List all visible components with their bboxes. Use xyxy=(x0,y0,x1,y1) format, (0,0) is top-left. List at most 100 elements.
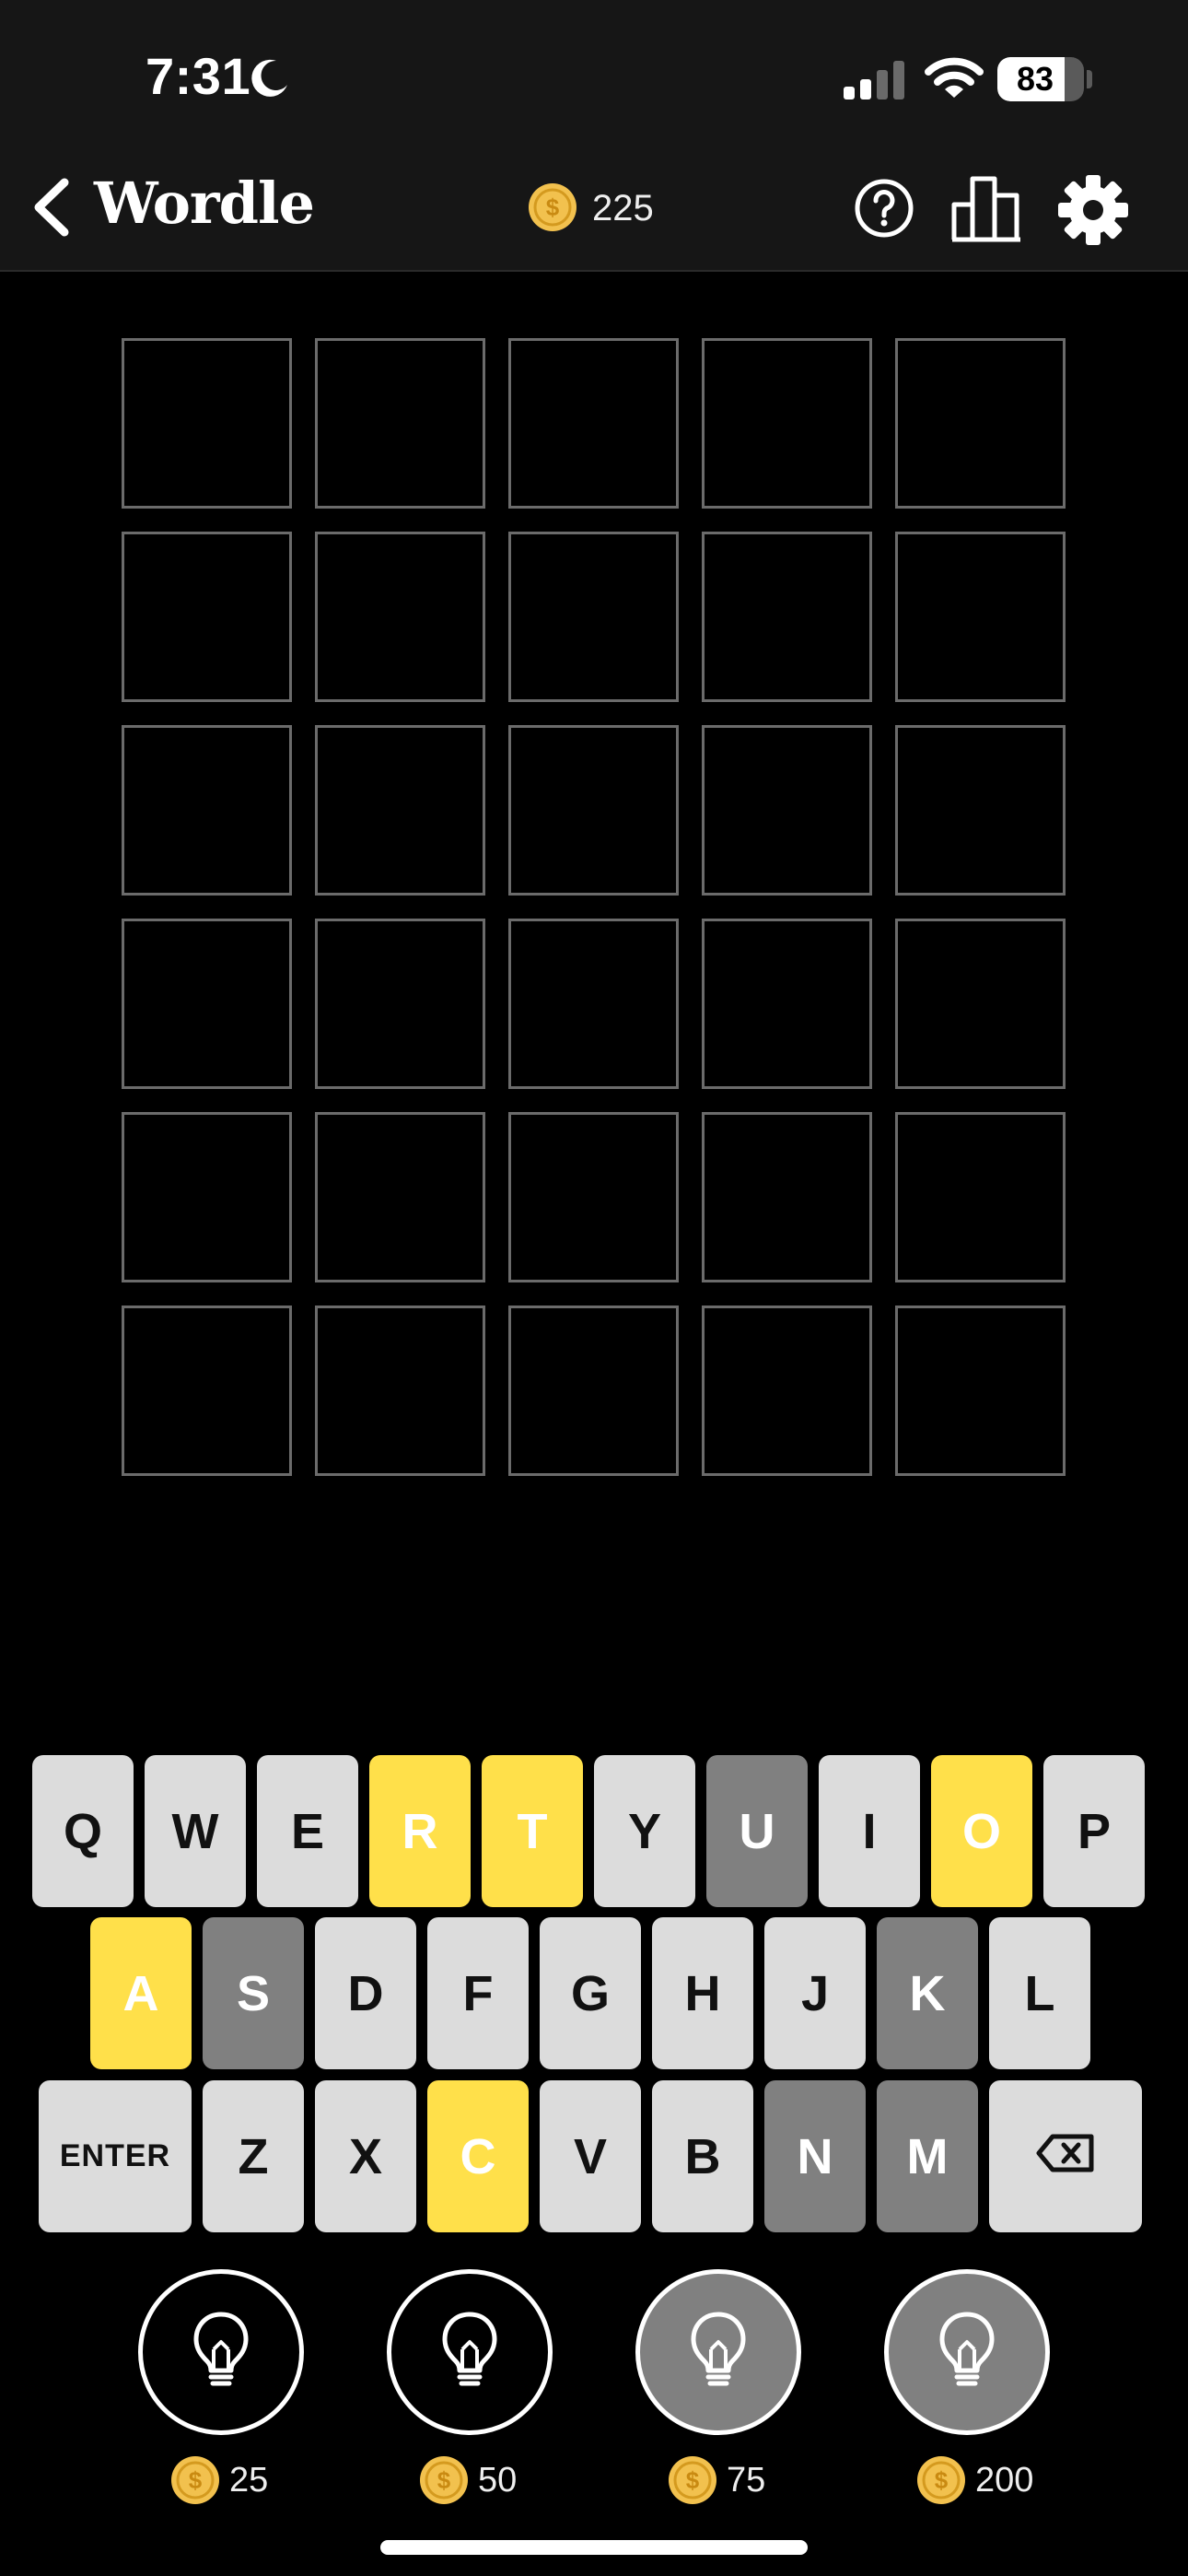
svg-text:$: $ xyxy=(437,2466,451,2494)
grid-tile xyxy=(702,338,872,509)
coin-balance: 225 xyxy=(592,188,654,228)
moon-icon xyxy=(251,59,287,97)
battery-nub xyxy=(1087,70,1092,88)
grid-tile xyxy=(702,725,872,896)
key-j[interactable]: J xyxy=(764,1917,866,2069)
grid-tile xyxy=(122,532,292,702)
grid-tile xyxy=(895,1112,1066,1282)
key-g[interactable]: G xyxy=(540,1917,641,2069)
grid-tile xyxy=(702,1112,872,1282)
key-z[interactable]: Z xyxy=(203,2080,304,2232)
key-m[interactable]: M xyxy=(877,2080,978,2232)
key-n[interactable]: N xyxy=(764,2080,866,2232)
grid-tile xyxy=(315,919,485,1089)
page-title: Wordle xyxy=(94,170,315,237)
coin-icon: $ xyxy=(668,2455,717,2505)
key-d[interactable]: D xyxy=(315,1917,416,2069)
grid-tile xyxy=(315,1306,485,1476)
grid-tile xyxy=(122,919,292,1089)
grid-tile xyxy=(508,338,679,509)
grid-tile xyxy=(895,1306,1066,1476)
coin-icon: $ xyxy=(529,183,577,231)
grid-tile xyxy=(702,919,872,1089)
svg-text:$: $ xyxy=(686,2466,700,2494)
keyboard-row: QWERTYUIOP xyxy=(32,1755,1145,1907)
hint-cost-value: 200 xyxy=(975,2460,1034,2500)
grid-tile xyxy=(508,725,679,896)
enter-key[interactable]: ENTER xyxy=(39,2080,192,2232)
key-q[interactable]: Q xyxy=(32,1755,134,1907)
wifi-icon xyxy=(925,57,984,98)
hint-button[interactable] xyxy=(635,2269,801,2435)
grid-tile xyxy=(508,532,679,702)
hint-cost-value: 75 xyxy=(727,2460,766,2500)
coin-icon: $ xyxy=(170,2455,220,2505)
grid-tile xyxy=(315,1112,485,1282)
lightbulb-icon xyxy=(189,2309,253,2396)
grid-tile xyxy=(122,1112,292,1282)
grid-tile xyxy=(895,725,1066,896)
hint-button[interactable] xyxy=(884,2269,1050,2435)
key-s[interactable]: S xyxy=(203,1917,304,2069)
svg-text:$: $ xyxy=(189,2466,203,2494)
status-time: 7:31 xyxy=(146,47,251,105)
key-a[interactable]: A xyxy=(90,1917,192,2069)
hint-button[interactable] xyxy=(138,2269,304,2435)
grid-tile xyxy=(122,1306,292,1476)
keyboard-row: ENTER Z X C V B N M xyxy=(39,2080,1142,2232)
key-t[interactable]: T xyxy=(482,1755,583,1907)
help-icon[interactable] xyxy=(854,178,914,239)
keyboard-row: ASDFGHJKL xyxy=(90,1917,1090,2069)
key-v[interactable]: V xyxy=(540,2080,641,2232)
back-icon[interactable] xyxy=(28,175,76,240)
grid-tile xyxy=(895,338,1066,509)
key-y[interactable]: Y xyxy=(594,1755,695,1907)
lightbulb-icon xyxy=(686,2309,751,2396)
hint-cost-value: 25 xyxy=(229,2460,269,2500)
grid-tile xyxy=(702,532,872,702)
lightbulb-icon xyxy=(935,2309,999,2396)
grid-tile xyxy=(122,725,292,896)
battery-percent: 83 xyxy=(1016,60,1054,98)
backspace-key[interactable] xyxy=(989,2080,1142,2232)
key-f[interactable]: F xyxy=(427,1917,529,2069)
key-w[interactable]: W xyxy=(145,1755,246,1907)
svg-text:$: $ xyxy=(546,193,560,221)
grid-tile xyxy=(702,1306,872,1476)
key-k[interactable]: K xyxy=(877,1917,978,2069)
grid-tile xyxy=(315,532,485,702)
coin-icon: $ xyxy=(419,2455,469,2505)
key-h[interactable]: H xyxy=(652,1917,753,2069)
key-i[interactable]: I xyxy=(819,1755,920,1907)
key-l[interactable]: L xyxy=(989,1917,1090,2069)
grid-tile xyxy=(508,1306,679,1476)
grid-tile xyxy=(895,532,1066,702)
home-indicator xyxy=(380,2540,808,2555)
grid-tile xyxy=(895,919,1066,1089)
grid-tile xyxy=(508,919,679,1089)
game-board xyxy=(122,338,1068,1476)
lightbulb-icon xyxy=(437,2309,502,2396)
grid-tile xyxy=(315,338,485,509)
hint-cost: $50 xyxy=(419,2454,517,2506)
key-r[interactable]: R xyxy=(369,1755,471,1907)
hint-cost-value: 50 xyxy=(478,2460,518,2500)
grid-tile xyxy=(122,338,292,509)
key-b[interactable]: B xyxy=(652,2080,753,2232)
key-u[interactable]: U xyxy=(706,1755,808,1907)
key-c[interactable]: C xyxy=(427,2080,529,2232)
settings-icon[interactable] xyxy=(1056,173,1130,247)
key-p[interactable]: P xyxy=(1043,1755,1145,1907)
backspace-icon xyxy=(1036,2128,1095,2185)
key-o[interactable]: O xyxy=(931,1755,1032,1907)
hint-cost: $25 xyxy=(170,2454,268,2506)
hint-button[interactable] xyxy=(387,2269,553,2435)
key-x[interactable]: X xyxy=(315,2080,416,2232)
key-e[interactable]: E xyxy=(257,1755,358,1907)
battery-indicator: 83 xyxy=(997,57,1084,101)
coin-icon: $ xyxy=(916,2455,966,2505)
stats-icon[interactable] xyxy=(950,173,1024,243)
hint-cost: $75 xyxy=(668,2454,765,2506)
grid-tile xyxy=(315,725,485,896)
grid-tile xyxy=(508,1112,679,1282)
